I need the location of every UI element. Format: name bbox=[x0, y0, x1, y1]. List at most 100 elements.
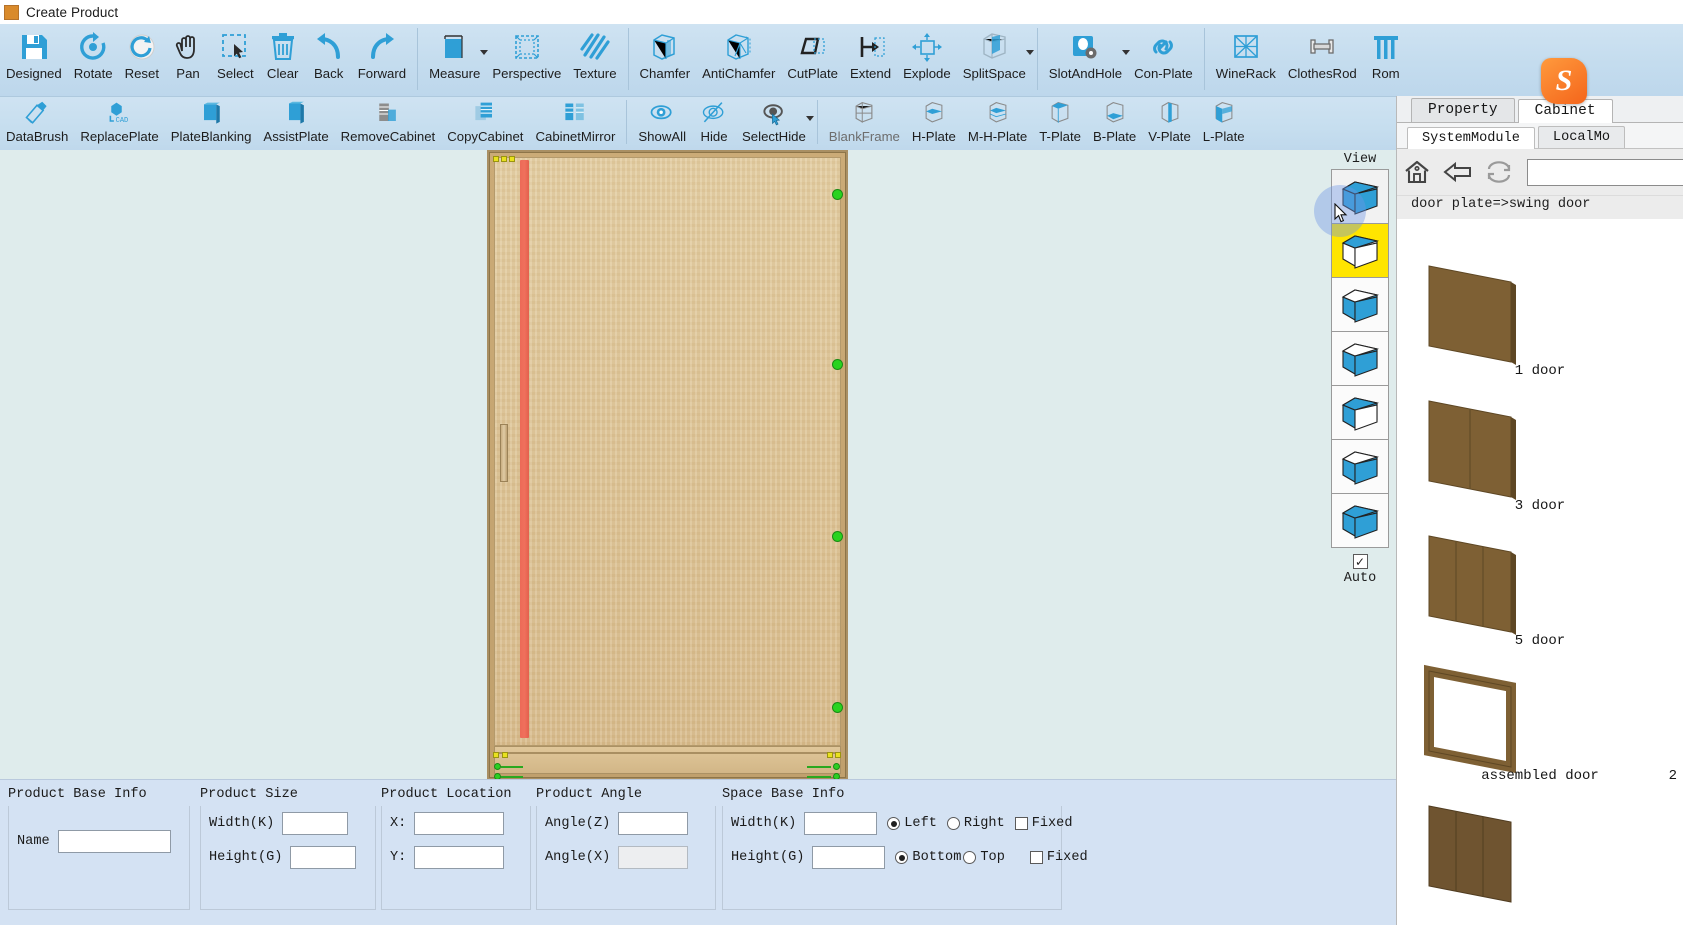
tool-cabinetmirror[interactable]: CabinetMirror bbox=[529, 96, 621, 144]
angle-z-input[interactable] bbox=[618, 812, 689, 835]
auto-view-checkbox[interactable]: ✓ bbox=[1352, 554, 1368, 569]
chevron-down-icon[interactable] bbox=[805, 116, 814, 121]
tool-assistplate[interactable]: AssistPlate bbox=[257, 96, 334, 144]
view-iso-side[interactable] bbox=[1331, 493, 1389, 548]
anchor-handle[interactable] bbox=[494, 763, 501, 770]
module-search-input[interactable] bbox=[1527, 158, 1683, 186]
module-item[interactable]: assembled door 2 bbox=[1397, 655, 1683, 790]
width-input[interactable] bbox=[282, 812, 349, 835]
radio-right[interactable]: Right bbox=[946, 816, 1005, 831]
tool-rotate[interactable]: Rotate bbox=[68, 24, 119, 81]
tool-slotandhole[interactable]: SlotAndHole bbox=[1043, 24, 1131, 81]
tool-antichamfer[interactable]: AntiChamfer bbox=[696, 24, 781, 81]
selection-grip[interactable] bbox=[833, 360, 842, 369]
tool-clothesrod[interactable]: ClothesRod bbox=[1282, 24, 1363, 81]
tool-label: CopyCabinet bbox=[447, 129, 524, 144]
module-item[interactable]: 1 door bbox=[1397, 250, 1683, 385]
tool-hide[interactable]: Hide bbox=[692, 96, 736, 144]
tool-label: Explode bbox=[903, 66, 951, 81]
tool-copycabinet[interactable]: CopyCabinet bbox=[441, 96, 529, 144]
tool-replaceplate[interactable]: CAD ReplacePlate bbox=[74, 96, 164, 144]
space-height-input[interactable] bbox=[812, 846, 886, 869]
tool-rom[interactable]: Rom bbox=[1363, 24, 1409, 81]
module-item[interactable]: 3 door bbox=[1397, 385, 1683, 520]
tool-label: Reset bbox=[124, 66, 160, 81]
selection-grip[interactable] bbox=[833, 190, 842, 199]
viewport-3d[interactable] bbox=[0, 150, 1396, 779]
toolbar-separator bbox=[627, 28, 629, 90]
view-iso-top[interactable] bbox=[1331, 439, 1389, 494]
chevron-down-icon[interactable] bbox=[1025, 50, 1034, 55]
tool-perspective[interactable]: Perspective bbox=[486, 24, 567, 81]
tool-measure[interactable]: Measure bbox=[423, 24, 489, 81]
name-input[interactable] bbox=[57, 830, 171, 853]
tool-splitspace[interactable]: SplitSpace bbox=[957, 24, 1034, 81]
tool-clear[interactable]: Clear bbox=[260, 24, 306, 81]
tool-m-h-plate[interactable]: M-H-Plate bbox=[962, 96, 1033, 144]
tool-label: Measure bbox=[429, 66, 481, 81]
radio-top[interactable]: Top bbox=[963, 850, 1005, 865]
tool-extend[interactable]: Extend bbox=[844, 24, 897, 81]
tool-label: Extend bbox=[850, 66, 892, 81]
tool-back[interactable]: Back bbox=[306, 24, 352, 81]
radio-bottom[interactable]: Bottom bbox=[895, 850, 961, 865]
view-iso-bottom[interactable] bbox=[1331, 385, 1389, 440]
tab-localmo[interactable]: LocalMo bbox=[1537, 126, 1626, 148]
tool-cutplate[interactable]: CutPlate bbox=[781, 24, 844, 81]
height-input[interactable] bbox=[290, 846, 357, 869]
tool-explode[interactable]: Explode bbox=[897, 24, 957, 81]
checkbox-fixed-vertical[interactable]: Fixed bbox=[1029, 850, 1088, 865]
selection-grip[interactable] bbox=[833, 703, 842, 712]
anchor-handle[interactable] bbox=[833, 763, 840, 770]
tab-systemmodule[interactable]: SystemModule bbox=[1407, 127, 1535, 149]
refresh-icon[interactable] bbox=[1485, 157, 1513, 187]
module-list[interactable]: 1 door 3 door 5 door assembled door 2 bbox=[1397, 250, 1683, 925]
x-input[interactable] bbox=[414, 812, 505, 835]
home-icon[interactable] bbox=[1403, 157, 1431, 187]
toolbar-separator bbox=[626, 100, 628, 144]
selection-grip[interactable] bbox=[833, 532, 842, 541]
view-front-highlight[interactable] bbox=[1331, 223, 1389, 278]
tool-b-plate[interactable]: B-Plate bbox=[1087, 96, 1142, 144]
cad-replace-icon: CAD bbox=[104, 99, 136, 129]
tool-label: T-Plate bbox=[1039, 129, 1082, 144]
tool-l-plate[interactable]: L-Plate bbox=[1197, 96, 1251, 144]
module-item[interactable]: 5 door bbox=[1397, 520, 1683, 655]
radio-left[interactable]: Left bbox=[887, 816, 937, 831]
tool-forward[interactable]: Forward bbox=[352, 24, 412, 81]
tool-chamfer[interactable]: Chamfer bbox=[634, 24, 697, 81]
y-input[interactable] bbox=[414, 846, 505, 869]
tool-designed[interactable]: Designed bbox=[0, 24, 68, 81]
cabinet-door-face bbox=[494, 157, 841, 746]
tool-winerack[interactable]: WineRack bbox=[1210, 24, 1282, 81]
tool-t-plate[interactable]: T-Plate bbox=[1033, 96, 1087, 144]
angle-x-input[interactable] bbox=[618, 846, 689, 869]
tool-blankframe[interactable]: BlankFrame bbox=[823, 96, 906, 144]
tool-removecabinet[interactable]: RemoveCabinet bbox=[335, 96, 442, 144]
tool-selecthide[interactable]: SelectHide bbox=[736, 96, 814, 144]
tool-reset[interactable]: Reset bbox=[119, 24, 165, 81]
view-iso-top-left[interactable] bbox=[1331, 277, 1389, 332]
tab-property[interactable]: Property bbox=[1411, 98, 1515, 122]
tool-h-plate[interactable]: H-Plate bbox=[906, 96, 962, 144]
tool-pan[interactable]: Pan bbox=[165, 24, 211, 81]
tool-showall[interactable]: ShowAll bbox=[632, 96, 692, 144]
view-iso-top-right[interactable] bbox=[1331, 331, 1389, 386]
tool-plateblanking[interactable]: PlateBlanking bbox=[165, 96, 258, 144]
anchor-leader-line bbox=[807, 766, 831, 768]
space-width-input[interactable] bbox=[804, 812, 878, 835]
module-item[interactable] bbox=[1397, 790, 1683, 925]
tool-texture[interactable]: Texture bbox=[567, 24, 622, 81]
tool-con-plate[interactable]: Con-Plate bbox=[1128, 24, 1199, 81]
tool-label: RemoveCabinet bbox=[340, 129, 436, 144]
checkbox-fixed-horizontal[interactable]: Fixed bbox=[1014, 816, 1073, 831]
explode-icon bbox=[910, 28, 944, 66]
cabinet-model[interactable] bbox=[487, 150, 848, 779]
tool-databrush[interactable]: DataBrush bbox=[0, 96, 74, 144]
angle-x-label: Angle(X) bbox=[545, 850, 611, 865]
tool-select[interactable]: Select bbox=[211, 24, 260, 81]
tool-label: Rotate bbox=[73, 66, 113, 81]
module-nav-bar bbox=[1397, 149, 1683, 196]
back-arrow-icon[interactable] bbox=[1443, 157, 1473, 187]
tool-v-plate[interactable]: V-Plate bbox=[1142, 96, 1197, 144]
